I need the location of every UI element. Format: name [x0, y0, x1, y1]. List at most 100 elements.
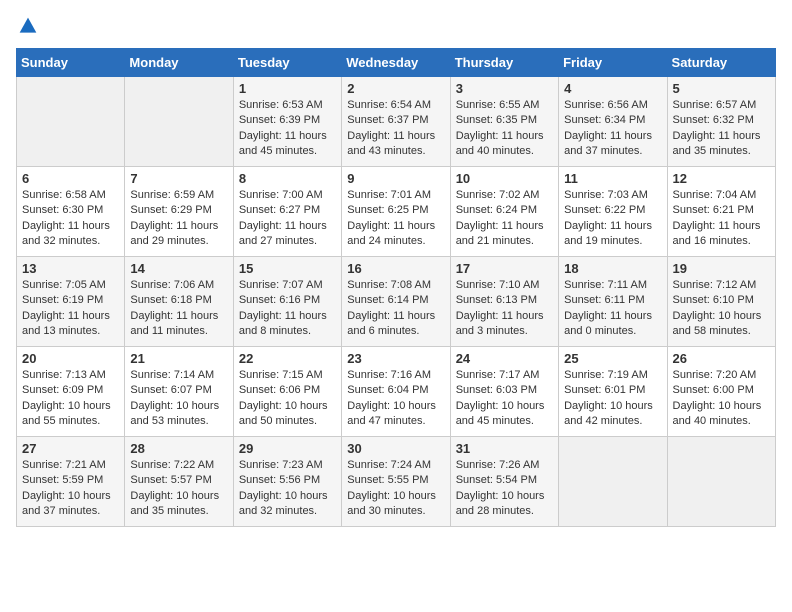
calendar-cell: 25 Sunrise: 7:19 AM Sunset: 6:01 PM Dayl… — [559, 347, 667, 437]
day-sunset: Sunset: 6:22 PM — [564, 204, 645, 216]
day-daylight: Daylight: 10 hours and 50 minutes. — [239, 400, 328, 427]
weekday-header: Sunday — [17, 49, 125, 77]
day-daylight: Daylight: 10 hours and 32 minutes. — [239, 490, 328, 517]
day-sunrise: Sunrise: 7:22 AM — [130, 459, 214, 471]
calendar-table: SundayMondayTuesdayWednesdayThursdayFrid… — [16, 48, 776, 527]
calendar-cell: 27 Sunrise: 7:21 AM Sunset: 5:59 PM Dayl… — [17, 437, 125, 527]
day-sunset: Sunset: 6:04 PM — [347, 384, 428, 396]
day-sunset: Sunset: 6:29 PM — [130, 204, 211, 216]
calendar-cell: 15 Sunrise: 7:07 AM Sunset: 6:16 PM Dayl… — [233, 257, 341, 347]
day-sunrise: Sunrise: 7:05 AM — [22, 279, 106, 291]
day-sunrise: Sunrise: 7:17 AM — [456, 369, 540, 381]
day-daylight: Daylight: 10 hours and 35 minutes. — [130, 490, 219, 517]
calendar-cell — [667, 437, 775, 527]
day-number: 15 — [239, 261, 336, 276]
day-number: 1 — [239, 81, 336, 96]
day-sunrise: Sunrise: 6:56 AM — [564, 99, 648, 111]
calendar-cell: 10 Sunrise: 7:02 AM Sunset: 6:24 PM Dayl… — [450, 167, 558, 257]
day-number: 30 — [347, 441, 444, 456]
day-sunrise: Sunrise: 7:23 AM — [239, 459, 323, 471]
calendar-cell: 23 Sunrise: 7:16 AM Sunset: 6:04 PM Dayl… — [342, 347, 450, 437]
day-sunset: Sunset: 6:39 PM — [239, 114, 320, 126]
calendar-week-row: 27 Sunrise: 7:21 AM Sunset: 5:59 PM Dayl… — [17, 437, 776, 527]
day-number: 11 — [564, 171, 661, 186]
calendar-cell: 24 Sunrise: 7:17 AM Sunset: 6:03 PM Dayl… — [450, 347, 558, 437]
day-sunset: Sunset: 5:59 PM — [22, 474, 103, 486]
day-number: 31 — [456, 441, 553, 456]
day-daylight: Daylight: 11 hours and 24 minutes. — [347, 220, 435, 247]
weekday-header: Thursday — [450, 49, 558, 77]
day-sunrise: Sunrise: 7:01 AM — [347, 189, 431, 201]
day-daylight: Daylight: 10 hours and 53 minutes. — [130, 400, 219, 427]
day-sunset: Sunset: 6:37 PM — [347, 114, 428, 126]
weekday-header: Saturday — [667, 49, 775, 77]
day-sunrise: Sunrise: 7:21 AM — [22, 459, 106, 471]
day-sunset: Sunset: 6:07 PM — [130, 384, 211, 396]
day-daylight: Daylight: 11 hours and 13 minutes. — [22, 310, 110, 337]
day-number: 8 — [239, 171, 336, 186]
day-sunrise: Sunrise: 6:55 AM — [456, 99, 540, 111]
calendar-cell — [125, 77, 233, 167]
day-sunset: Sunset: 6:06 PM — [239, 384, 320, 396]
calendar-header: SundayMondayTuesdayWednesdayThursdayFrid… — [17, 49, 776, 77]
day-daylight: Daylight: 11 hours and 40 minutes. — [456, 130, 544, 157]
calendar-week-row: 6 Sunrise: 6:58 AM Sunset: 6:30 PM Dayli… — [17, 167, 776, 257]
day-daylight: Daylight: 10 hours and 45 minutes. — [456, 400, 545, 427]
day-daylight: Daylight: 10 hours and 42 minutes. — [564, 400, 653, 427]
day-daylight: Daylight: 11 hours and 6 minutes. — [347, 310, 435, 337]
day-number: 25 — [564, 351, 661, 366]
day-daylight: Daylight: 11 hours and 37 minutes. — [564, 130, 652, 157]
day-daylight: Daylight: 11 hours and 43 minutes. — [347, 130, 435, 157]
day-number: 16 — [347, 261, 444, 276]
calendar-cell: 19 Sunrise: 7:12 AM Sunset: 6:10 PM Dayl… — [667, 257, 775, 347]
day-sunrise: Sunrise: 7:00 AM — [239, 189, 323, 201]
day-daylight: Daylight: 11 hours and 3 minutes. — [456, 310, 544, 337]
day-sunrise: Sunrise: 7:16 AM — [347, 369, 431, 381]
calendar-cell — [559, 437, 667, 527]
day-number: 21 — [130, 351, 227, 366]
calendar-cell: 11 Sunrise: 7:03 AM Sunset: 6:22 PM Dayl… — [559, 167, 667, 257]
day-number: 3 — [456, 81, 553, 96]
calendar-week-row: 20 Sunrise: 7:13 AM Sunset: 6:09 PM Dayl… — [17, 347, 776, 437]
day-number: 17 — [456, 261, 553, 276]
logo-icon — [18, 16, 38, 36]
day-daylight: Daylight: 11 hours and 27 minutes. — [239, 220, 327, 247]
day-sunset: Sunset: 6:32 PM — [673, 114, 754, 126]
day-sunset: Sunset: 6:34 PM — [564, 114, 645, 126]
day-sunset: Sunset: 5:57 PM — [130, 474, 211, 486]
day-sunrise: Sunrise: 6:59 AM — [130, 189, 214, 201]
day-number: 28 — [130, 441, 227, 456]
day-sunrise: Sunrise: 7:24 AM — [347, 459, 431, 471]
day-sunrise: Sunrise: 7:20 AM — [673, 369, 757, 381]
calendar-cell: 13 Sunrise: 7:05 AM Sunset: 6:19 PM Dayl… — [17, 257, 125, 347]
day-sunset: Sunset: 6:21 PM — [673, 204, 754, 216]
day-number: 9 — [347, 171, 444, 186]
calendar-cell: 12 Sunrise: 7:04 AM Sunset: 6:21 PM Dayl… — [667, 167, 775, 257]
day-number: 20 — [22, 351, 119, 366]
day-sunrise: Sunrise: 6:57 AM — [673, 99, 757, 111]
day-sunrise: Sunrise: 7:02 AM — [456, 189, 540, 201]
day-daylight: Daylight: 11 hours and 19 minutes. — [564, 220, 652, 247]
day-daylight: Daylight: 10 hours and 55 minutes. — [22, 400, 111, 427]
calendar-cell: 21 Sunrise: 7:14 AM Sunset: 6:07 PM Dayl… — [125, 347, 233, 437]
logo — [16, 16, 38, 36]
day-sunrise: Sunrise: 7:11 AM — [564, 279, 647, 291]
calendar-cell: 6 Sunrise: 6:58 AM Sunset: 6:30 PM Dayli… — [17, 167, 125, 257]
day-daylight: Daylight: 11 hours and 0 minutes. — [564, 310, 652, 337]
day-daylight: Daylight: 10 hours and 28 minutes. — [456, 490, 545, 517]
day-number: 29 — [239, 441, 336, 456]
day-daylight: Daylight: 10 hours and 30 minutes. — [347, 490, 436, 517]
day-number: 10 — [456, 171, 553, 186]
calendar-cell: 5 Sunrise: 6:57 AM Sunset: 6:32 PM Dayli… — [667, 77, 775, 167]
day-sunrise: Sunrise: 7:06 AM — [130, 279, 214, 291]
day-daylight: Daylight: 11 hours and 11 minutes. — [130, 310, 218, 337]
day-number: 12 — [673, 171, 770, 186]
calendar-cell: 31 Sunrise: 7:26 AM Sunset: 5:54 PM Dayl… — [450, 437, 558, 527]
day-sunrise: Sunrise: 7:07 AM — [239, 279, 323, 291]
day-sunset: Sunset: 6:01 PM — [564, 384, 645, 396]
day-sunset: Sunset: 6:11 PM — [564, 294, 645, 306]
day-sunset: Sunset: 6:09 PM — [22, 384, 103, 396]
calendar-body: 1 Sunrise: 6:53 AM Sunset: 6:39 PM Dayli… — [17, 77, 776, 527]
day-sunset: Sunset: 6:03 PM — [456, 384, 537, 396]
day-number: 26 — [673, 351, 770, 366]
